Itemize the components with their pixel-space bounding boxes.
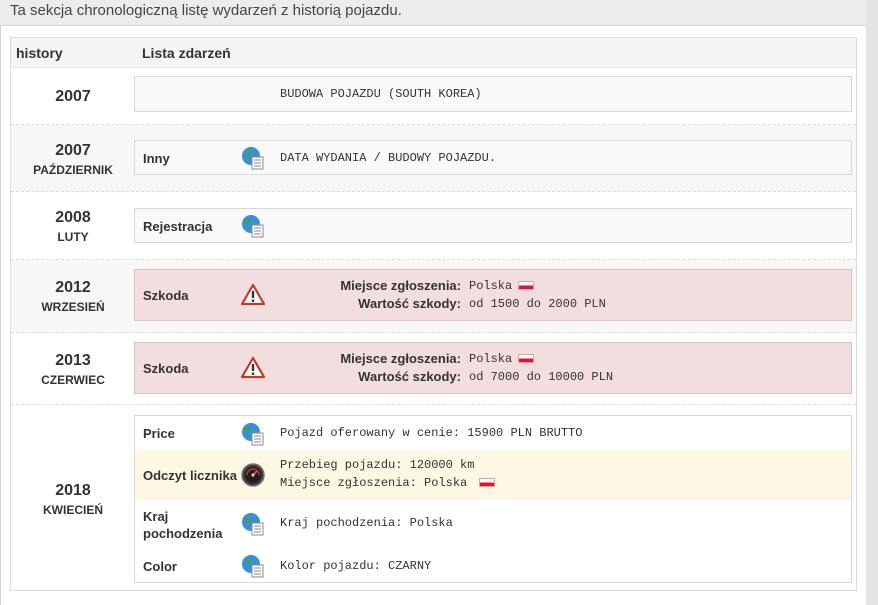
value-key: Wartość szkody: [358, 369, 461, 384]
place-value: Polska [469, 352, 513, 366]
event-item-origin: Kraj pochodzenia Kraj pochodzenia: Polsk… [135, 500, 851, 550]
place-value: Polska [469, 279, 513, 293]
globe-document-icon [242, 513, 264, 536]
column-header-history: history [16, 45, 63, 61]
event-date: 2012 WRZESIEŃ [11, 278, 135, 315]
event-date: 2008 LUTY [11, 208, 135, 245]
event-text: Pojazd oferowany w cenie: 15900 PLN BRUT… [280, 426, 583, 440]
damage-event-box: Szkoda Miejsce zgłoszenia: Polska Wartoś… [134, 269, 852, 321]
globe-document-icon [242, 555, 264, 578]
event-year: 2018 [55, 482, 91, 499]
event-year: 2012 [55, 279, 91, 296]
event-label: Inny [143, 151, 170, 166]
globe-document-icon [242, 147, 264, 170]
event-text: Kraj pochodzenia: Polska [280, 516, 453, 530]
globe-document-icon [242, 215, 264, 238]
odometer-line-1: Przebieg pojazdu: 120000 km [280, 458, 475, 472]
event-label-line-2: pochodzenia [143, 526, 223, 541]
value-key: Wartość szkody: [358, 296, 461, 311]
table-header: history Lista zdarzeń [11, 38, 856, 68]
place-value-wrap: Polska [469, 279, 535, 293]
table-row: 2018 KWIECIEŃ Price Pojazd oferowany w c… [11, 405, 856, 591]
event-label: Rejestracja [143, 219, 213, 234]
damage-value: Wartość szkody: od 7000 do 10000 PLN [135, 369, 853, 386]
event-box: Price Pojazd oferowany w cenie: 15900 PL… [134, 415, 852, 583]
speedometer-icon [241, 463, 265, 487]
damage-place: Miejsce zgłoszenia: Polska [135, 278, 853, 295]
globe-document-icon [242, 423, 264, 446]
event-date: 2018 KWIECIEŃ [11, 481, 135, 518]
event-box: Inny DATA WYDANIA / BUDOWY POJAZDU. [134, 140, 852, 175]
odometer-line-2: Miejsce zgłoszenia: Polska [280, 476, 468, 490]
table-row: 2007 BUDOWA POJAZDU (SOUTH KOREA) [11, 69, 856, 125]
odometer-line-2-wrap: Miejsce zgłoszenia: Polska [280, 476, 496, 490]
event-item-odometer: Odczyt licznika Przebieg pojazdu: 120000… [135, 450, 851, 500]
value-value: od 1500 do 2000 PLN [469, 297, 606, 311]
table-row: 2008 LUTY Rejestracja [11, 192, 856, 260]
event-label: Price [143, 426, 175, 441]
event-label: Kraj pochodzenia [143, 508, 222, 542]
poland-flag-icon [518, 354, 535, 364]
table-row: 2012 WRZESIEŃ Szkoda Miejsce zgłoszenia:… [11, 260, 856, 333]
event-date: 2013 CZERWIEC [11, 351, 135, 388]
history-panel: history Lista zdarzeń 2007 BUDOWA POJAZD… [0, 26, 866, 605]
table-row: 2007 PAŹDZIERNIK Inny DATA WYDANIA / BUD… [11, 125, 856, 192]
event-year: 2007 [55, 88, 91, 105]
value-value: od 7000 do 10000 PLN [469, 370, 614, 384]
poland-flag-icon [479, 478, 496, 488]
damage-value: Wartość szkody: od 1500 do 2000 PLN [135, 296, 853, 313]
event-month: CZERWIEC [41, 373, 105, 387]
event-label: Odczyt licznika [143, 468, 237, 483]
place-key: Miejsce zgłoszenia: [340, 351, 461, 366]
place-value-wrap: Polska [469, 352, 535, 366]
event-text: Kolor pojazdu: CZARNY [280, 559, 432, 573]
damage-place: Miejsce zgłoszenia: Polska [135, 351, 853, 368]
event-month: LUTY [57, 230, 89, 244]
damage-event-box: Szkoda Miejsce zgłoszenia: Polska Wartoś… [134, 342, 852, 394]
event-box: Rejestracja [134, 208, 852, 243]
section-intro: Ta sekcja chronologiczną listę wydarzeń … [0, 0, 866, 26]
scrollbar-track[interactable] [866, 0, 878, 605]
event-month: PAŹDZIERNIK [33, 163, 113, 177]
event-month: WRZESIEŃ [41, 300, 105, 314]
event-month: KWIECIEŃ [43, 503, 103, 517]
event-text: DATA WYDANIA / BUDOWY POJAZDU. [280, 151, 497, 165]
event-label: Color [143, 559, 177, 574]
event-label-line-1: Kraj [143, 509, 169, 524]
event-box: BUDOWA POJAZDU (SOUTH KOREA) [134, 76, 852, 112]
table-row: 2013 CZERWIEC Szkoda Miejsce zgłoszenia:… [11, 333, 856, 405]
event-date: 2007 PAŹDZIERNIK [11, 141, 135, 178]
poland-flag-icon [518, 281, 535, 291]
event-item-color: Color Kolor pojazdu: CZARNY [135, 550, 851, 584]
event-date: 2007 [11, 87, 135, 107]
place-key: Miejsce zgłoszenia: [340, 278, 461, 293]
event-year: 2007 [55, 142, 91, 159]
event-year: 2013 [55, 352, 91, 369]
event-year: 2008 [55, 209, 91, 226]
event-text: BUDOWA POJAZDU (SOUTH KOREA) [280, 87, 482, 101]
event-item-price: Price Pojazd oferowany w cenie: 15900 PL… [135, 416, 851, 450]
history-table: history Lista zdarzeń 2007 BUDOWA POJAZD… [10, 37, 857, 591]
column-header-events: Lista zdarzeń [142, 45, 231, 61]
